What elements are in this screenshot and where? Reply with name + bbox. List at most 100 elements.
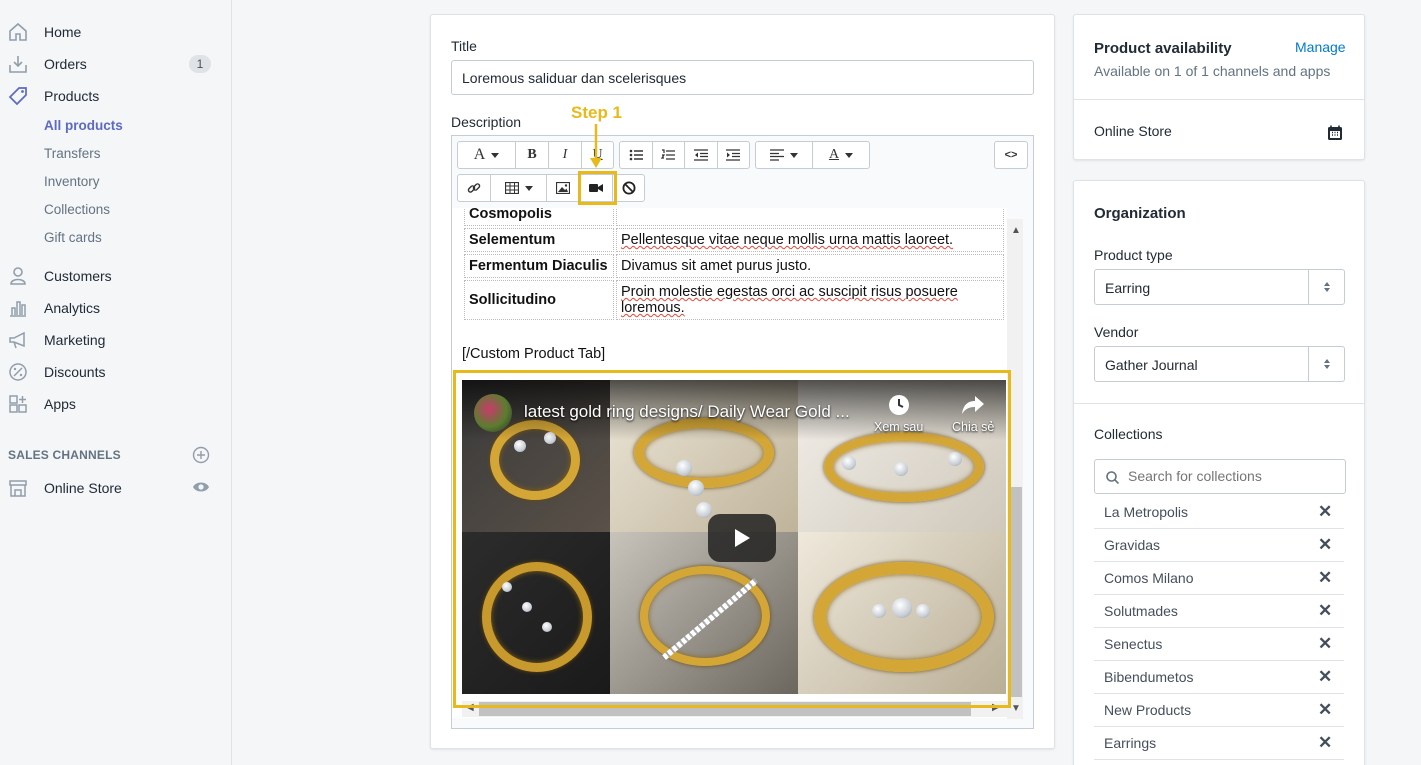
- remove-collection-icon[interactable]: ✕: [1318, 700, 1332, 720]
- table-row: Cosmopolis: [464, 208, 1004, 226]
- image-icon: [555, 182, 570, 194]
- collection-item: Bibendumetos ✕: [1094, 661, 1344, 694]
- sidebar-subitem-inventory[interactable]: Inventory: [44, 174, 100, 189]
- select-arrows-icon: [1308, 347, 1344, 381]
- align-dropdown[interactable]: [756, 142, 813, 168]
- remove-collection-icon[interactable]: ✕: [1318, 634, 1332, 654]
- select-arrows-icon: [1308, 270, 1344, 304]
- collection-name: New Products: [1104, 702, 1192, 718]
- list-group: [619, 141, 750, 169]
- text-color-icon: A: [828, 147, 840, 162]
- availability-subtext: Available on 1 of 1 channels and apps: [1094, 63, 1331, 79]
- sidebar-item-orders[interactable]: Orders 1: [0, 50, 231, 78]
- collections-search-field[interactable]: [1094, 459, 1346, 494]
- collection-item: La Metropolis ✕: [1094, 496, 1344, 529]
- sidebar-item-label: Marketing: [44, 332, 106, 348]
- sidebar-subitem-collections[interactable]: Collections: [44, 202, 110, 217]
- sidebar-item-apps[interactable]: Apps: [0, 390, 231, 418]
- vendor-select[interactable]: Gather Journal: [1094, 346, 1345, 382]
- italic-button[interactable]: I: [549, 142, 582, 168]
- table-cell-value: [616, 208, 1004, 226]
- remove-collection-icon[interactable]: ✕: [1318, 535, 1332, 555]
- collection-item: Senectus ✕: [1094, 628, 1344, 661]
- step-1-label: Step 1: [571, 103, 623, 122]
- text-color-dropdown[interactable]: A: [813, 142, 869, 168]
- bold-icon: B: [527, 147, 537, 162]
- sidebar-item-online-store[interactable]: Online Store: [0, 474, 231, 502]
- video-highlight-frame: [453, 370, 1011, 708]
- collection-name: La Metropolis: [1104, 504, 1189, 520]
- sidebar-item-products[interactable]: Products: [0, 82, 231, 110]
- bullet-list-icon: [629, 149, 643, 161]
- table-cell-value: Pellentesque vitae neque mollis urna mat…: [616, 228, 1004, 252]
- link-button[interactable]: [458, 175, 491, 201]
- product-type-value: Earring: [1105, 280, 1151, 296]
- sidebar-item-discounts[interactable]: Discounts: [0, 358, 231, 386]
- collection-item: Earrings ✕: [1094, 727, 1344, 760]
- collection-name: Solutmades: [1104, 603, 1178, 619]
- vendor-value: Gather Journal: [1105, 357, 1198, 373]
- scroll-up-icon[interactable]: ▲: [1011, 225, 1021, 236]
- clear-format-icon: [622, 181, 635, 195]
- indent-button[interactable]: [718, 142, 750, 168]
- table-row: Sollicitudino Proin molestie egestas orc…: [464, 280, 1004, 320]
- megaphone-icon: [9, 331, 25, 349]
- collection-item: Solutmades ✕: [1094, 595, 1344, 628]
- product-type-select[interactable]: Earring: [1094, 269, 1345, 305]
- sidebar-item-home[interactable]: Home: [0, 18, 231, 46]
- table-cell-key: Fermentum Diaculis: [464, 254, 614, 278]
- apps-icon: [9, 395, 27, 413]
- collection-item: Comos Milano ✕: [1094, 562, 1344, 595]
- bar-chart-icon: [10, 301, 26, 317]
- table-cell-key: Selementum: [464, 228, 614, 252]
- sidebar-item-analytics[interactable]: Analytics: [0, 294, 231, 322]
- collections-label: Collections: [1094, 426, 1163, 442]
- table-icon: [504, 182, 519, 194]
- manage-link[interactable]: Manage: [1295, 39, 1346, 55]
- sidebar-item-label: Apps: [44, 396, 76, 412]
- title-label: Title: [451, 38, 477, 54]
- calendar-icon[interactable]: [1327, 125, 1343, 141]
- sidebar-item-label: Customers: [44, 268, 112, 284]
- collection-name: Comos Milano: [1104, 570, 1194, 586]
- table-dropdown[interactable]: [491, 175, 547, 201]
- remove-collection-icon[interactable]: ✕: [1318, 667, 1332, 687]
- align-left-icon: [770, 149, 784, 161]
- clear-format-button[interactable]: [613, 175, 644, 201]
- numbered-list-button[interactable]: [653, 142, 685, 168]
- sidebar-subitem-gift-cards[interactable]: Gift cards: [44, 230, 102, 245]
- insert-image-button[interactable]: [547, 175, 579, 201]
- table-cell-key: Sollicitudino: [464, 280, 614, 320]
- font-style-dropdown[interactable]: A: [458, 142, 516, 168]
- outdent-icon: [693, 149, 708, 161]
- sidebar-item-label: Analytics: [44, 300, 101, 316]
- title-input[interactable]: [451, 60, 1034, 95]
- collections-search-input[interactable]: [1128, 468, 1338, 484]
- remove-collection-icon[interactable]: ✕: [1318, 733, 1332, 753]
- scroll-down-icon[interactable]: ▼: [1011, 703, 1021, 714]
- sidebar-item-marketing[interactable]: Marketing: [0, 326, 231, 354]
- bold-button[interactable]: B: [516, 142, 549, 168]
- product-type-label: Product type: [1094, 247, 1173, 263]
- table-cell-key: Cosmopolis: [464, 208, 614, 226]
- bullet-list-button[interactable]: [620, 142, 653, 168]
- organization-heading: Organization: [1094, 205, 1186, 222]
- sidebar-subitem-all-products[interactable]: All products: [44, 118, 123, 133]
- sidebar-subitem-transfers[interactable]: Transfers: [44, 146, 101, 161]
- orders-icon: [9, 56, 27, 73]
- remove-collection-icon[interactable]: ✕: [1318, 502, 1332, 522]
- remove-collection-icon[interactable]: ✕: [1318, 601, 1332, 621]
- html-toggle-group: <>: [994, 141, 1028, 169]
- font-icon: A: [473, 146, 486, 163]
- remove-collection-icon[interactable]: ✕: [1318, 568, 1332, 588]
- sales-channels-heading: SALES CHANNELS: [8, 448, 121, 462]
- html-view-button[interactable]: <>: [995, 142, 1027, 168]
- eye-icon[interactable]: [192, 480, 210, 494]
- add-channel-icon[interactable]: [192, 446, 210, 464]
- outdent-button[interactable]: [685, 142, 718, 168]
- discount-icon: [9, 363, 27, 381]
- description-label: Description: [451, 114, 522, 130]
- online-store-channel: Online Store: [1094, 123, 1172, 139]
- sidebar-item-customers[interactable]: Customers: [0, 262, 231, 290]
- sidebar-item-label: Online Store: [44, 480, 122, 496]
